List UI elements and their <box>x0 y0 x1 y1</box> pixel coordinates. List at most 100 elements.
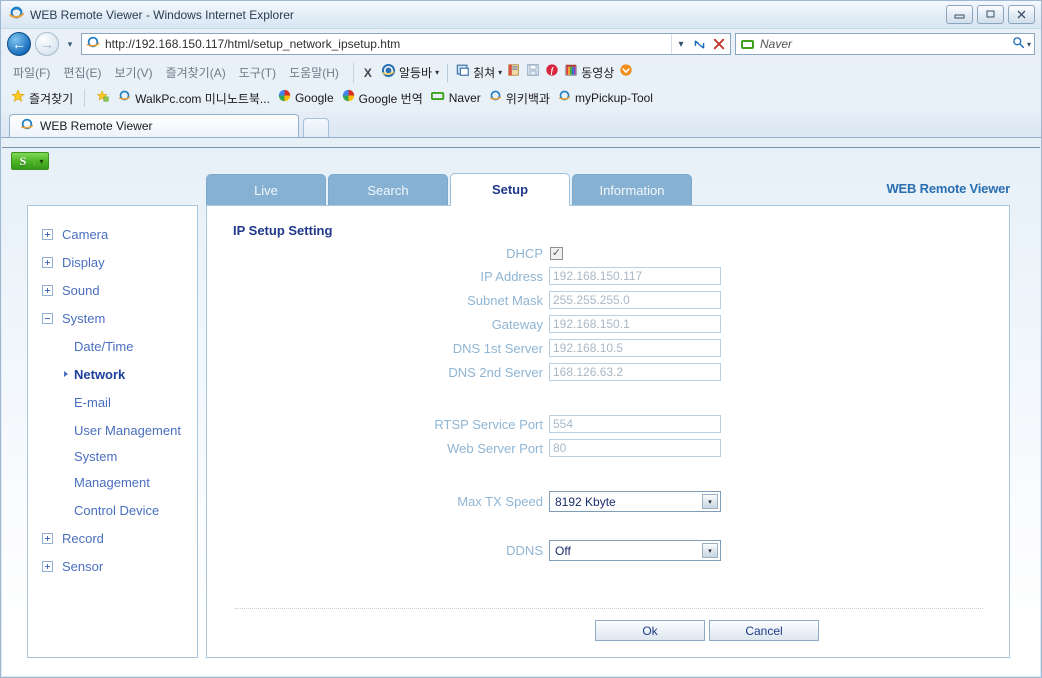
dns-2nd-server-label: DNS 2nd Server <box>448 364 543 380</box>
ddns-label: DDNS <box>506 543 543 558</box>
addon-save[interactable] <box>526 63 540 82</box>
browser-window: WEB Remote Viewer - Windows Internet Exp… <box>0 0 1042 678</box>
chevron-down-icon[interactable]: ▾ <box>702 543 718 558</box>
menu-item-tools[interactable]: 도구(T) <box>239 64 276 81</box>
field-row-max-tx-speed: Max TX Speed 8192 Kbyte ▾ <box>207 491 1009 512</box>
close-addonbar-icon[interactable]: X <box>364 66 372 80</box>
sidebar-item-control-device[interactable]: Control Device <box>28 496 197 524</box>
menu-item-edit[interactable]: 편집(E) <box>63 64 101 81</box>
collapse-icon[interactable] <box>42 312 53 324</box>
dns-1st-server-input[interactable]: 192.168.10.5 <box>549 339 721 357</box>
favorite-google[interactable]: Google <box>278 89 334 107</box>
sidebar-item-date-time[interactable]: Date/Time <box>28 332 197 360</box>
sidebar-item-sound[interactable]: Sound <box>28 276 197 304</box>
chevron-down-icon[interactable]: ▾ <box>435 68 439 77</box>
gateway-input[interactable]: 192.168.150.1 <box>549 315 721 333</box>
close-button[interactable] <box>1008 5 1035 24</box>
sidebar-item-sensor[interactable]: Sensor <box>28 552 197 580</box>
dhcp-label: DHCP <box>506 246 543 261</box>
max-tx-speed-value: 8192 Kbyte <box>555 494 616 509</box>
addon-video[interactable]: 동영상 <box>564 63 614 82</box>
back-icon[interactable]: ← <box>7 32 31 56</box>
tab-live[interactable]: Live <box>206 174 326 206</box>
subnet-mask-input[interactable]: 255.255.255.0 <box>549 291 721 309</box>
expand-icon[interactable] <box>42 532 53 544</box>
addon-badge[interactable]: S ▾ <box>11 152 49 170</box>
sidebar-item-label: Network <box>74 366 126 382</box>
sidebar-item-network[interactable]: Network <box>28 360 197 388</box>
tab-search[interactable]: Search <box>328 174 448 206</box>
expand-icon[interactable] <box>42 560 53 572</box>
ok-button[interactable]: Ok <box>595 620 705 641</box>
chevron-down-icon[interactable]: ▾ <box>702 494 718 509</box>
favorite-mypickup-tool[interactable]: myPickup-Tool <box>558 89 653 107</box>
form-actions: Ok Cancel <box>595 620 819 641</box>
favorites-divider <box>84 89 86 107</box>
favorite-naver[interactable]: Naver <box>430 89 481 107</box>
maximize-button[interactable] <box>977 5 1004 24</box>
ie-icon <box>489 89 502 107</box>
search-icon[interactable] <box>1012 36 1025 52</box>
google-icon <box>342 89 355 107</box>
sidebar-item-camera[interactable]: Camera <box>28 220 197 248</box>
new-tab-button[interactable] <box>303 118 329 137</box>
max-tx-speed-label: Max TX Speed <box>457 494 543 509</box>
addon-altoolbar[interactable]: 알등바 ▾ <box>381 63 439 83</box>
sidebar-item-label: Date/Time <box>74 338 134 354</box>
sidebar-item-display[interactable]: Display <box>28 248 197 276</box>
search-input[interactable]: Naver ▾ <box>735 33 1035 55</box>
max-tx-speed-select[interactable]: 8192 Kbyte ▾ <box>549 491 721 512</box>
favorites-folder[interactable] <box>96 89 110 108</box>
menu-item-view[interactable]: 보기(V) <box>114 64 152 81</box>
addon-altoolbar-label: 알등바 <box>398 66 433 80</box>
favorite-wikipedia-label: 위키백과 <box>505 91 550 106</box>
forward-icon[interactable]: → <box>35 32 59 56</box>
address-bar[interactable]: http://192.168.150.117/html/setup_networ… <box>81 33 731 55</box>
expand-icon[interactable] <box>42 228 53 240</box>
selection-arrow-icon <box>64 371 68 377</box>
addon-flash[interactable]: f <box>545 63 559 82</box>
addon-extra[interactable] <box>619 63 633 82</box>
browser-tab[interactable]: WEB Remote Viewer <box>9 114 299 137</box>
chevron-down-icon[interactable]: ▾ <box>63 39 77 50</box>
tab-setup[interactable]: Setup <box>450 173 570 206</box>
favorites-root[interactable]: 즐겨찾기 <box>11 88 73 108</box>
favorites-folder-icon <box>96 89 110 108</box>
ddns-select[interactable]: Off ▾ <box>549 540 721 561</box>
chevron-down-icon[interactable]: ▾ <box>34 156 48 166</box>
field-row-dhcp: DHCP <box>207 246 1009 261</box>
sidebar-item-record[interactable]: Record <box>28 524 197 552</box>
search-dropdown-icon[interactable]: ▾ <box>1027 40 1031 49</box>
field-row-ddns: DDNS Off ▾ <box>207 540 1009 561</box>
addon-book[interactable] <box>507 63 521 82</box>
rtsp-service-port-label: RTSP Service Port <box>434 416 543 432</box>
minimize-button[interactable] <box>946 5 973 24</box>
expand-icon[interactable] <box>42 256 53 268</box>
dhcp-checkbox[interactable] <box>550 247 563 260</box>
favorite-walkpc[interactable]: WalkPc.com 미니노트북... <box>118 89 270 107</box>
refresh-icon[interactable] <box>690 34 709 54</box>
menu-item-favorites[interactable]: 즐겨찾기(A) <box>166 64 226 81</box>
url-dropdown-icon[interactable]: ▾ <box>671 34 690 54</box>
tab-information[interactable]: Information <box>572 174 692 206</box>
rtsp-service-port-input[interactable]: 554 <box>549 415 721 433</box>
expand-icon[interactable] <box>42 284 53 296</box>
favorite-google-translate[interactable]: Google 번역 <box>342 89 423 107</box>
navigation-bar: ← → ▾ http://192.168.150.117/html/setup_… <box>1 29 1041 59</box>
chevron-down-icon[interactable]: ▾ <box>498 68 502 77</box>
favorite-wikipedia[interactable]: 위키백과 <box>489 89 550 107</box>
web-server-port-input[interactable]: 80 <box>549 439 721 457</box>
dns-2nd-server-input[interactable]: 168.126.63.2 <box>549 363 721 381</box>
sidebar-item-system-management[interactable]: System Management <box>28 444 197 496</box>
menu-item-file[interactable]: 파일(F) <box>13 64 50 81</box>
addon-capture[interactable]: 칡쳐 ▾ <box>456 63 502 82</box>
stop-icon[interactable] <box>709 34 728 54</box>
ip-address-input[interactable]: 192.168.150.117 <box>549 267 721 285</box>
sidebar-item-user-management[interactable]: User Management <box>28 416 197 444</box>
menu-item-help[interactable]: 도움말(H) <box>289 64 339 81</box>
ie-blue-icon <box>381 63 396 83</box>
sidebar-item-system[interactable]: System <box>28 304 197 332</box>
star-icon <box>11 88 25 108</box>
sidebar-item-email[interactable]: E-mail <box>28 388 197 416</box>
cancel-button[interactable]: Cancel <box>709 620 819 641</box>
